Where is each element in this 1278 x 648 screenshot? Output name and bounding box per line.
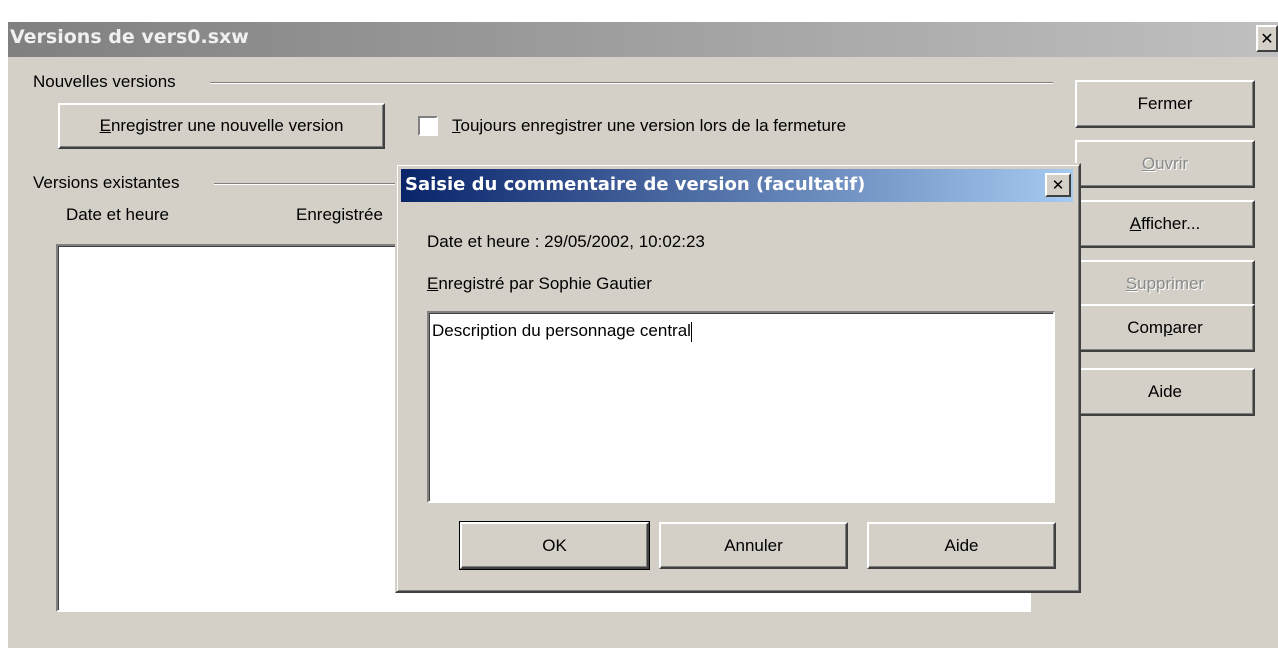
help-button[interactable]: Aide [1075,368,1255,416]
delete-button[interactable]: Supprimer [1075,260,1255,308]
existing-versions-group-label: Versions existantes [33,173,180,192]
column-header-datetime[interactable]: Date et heure [66,205,169,225]
column-header-saved-by[interactable]: Enregistrée [296,205,383,225]
open-button[interactable]: Ouvrir [1075,140,1255,188]
cancel-button[interactable]: Annuler [659,522,848,569]
ok-button[interactable]: OK [459,521,650,570]
dialog-help-button[interactable]: Aide [867,522,1056,569]
window-titlebar[interactable]: Versions de vers0.sxw ✕ [8,22,1278,57]
window-close-button[interactable]: ✕ [1256,25,1278,52]
window-title: Versions de vers0.sxw [10,26,249,48]
version-comment-dialog: Saisie du commentaire de version (facult… [395,163,1081,593]
show-button[interactable]: Afficher... [1075,200,1255,248]
always-save-checkbox[interactable] [418,116,438,136]
text-caret [690,321,692,342]
dialog-close-button[interactable]: ✕ [1045,173,1071,197]
close-icon: ✕ [1260,30,1274,48]
saved-by-label: Enregistré par Sophie Gautier [427,274,652,293]
close-icon: ✕ [1051,177,1065,194]
save-new-version-button[interactable]: Enregistrer une nouvelle version [58,103,385,149]
new-versions-divider [210,82,1053,84]
existing-versions-divider [214,183,404,185]
new-versions-group-label: Nouvelles versions [33,72,176,91]
comment-text: Description du personnage central [432,321,691,340]
always-save-label[interactable]: Toujours enregistrer une version lors de… [452,116,846,136]
compare-button[interactable]: Com p arer [1075,304,1255,352]
comment-textarea[interactable]: Description du personnage central [427,311,1055,503]
dialog-titlebar[interactable]: Saisie du commentaire de version (facult… [401,169,1073,202]
dialog-title: Saisie du commentaire de version (facult… [405,174,866,195]
datetime-label: Date et heure : 29/05/2002, 10:02:23 [427,232,705,251]
close-button[interactable]: Fermer [1075,80,1255,128]
